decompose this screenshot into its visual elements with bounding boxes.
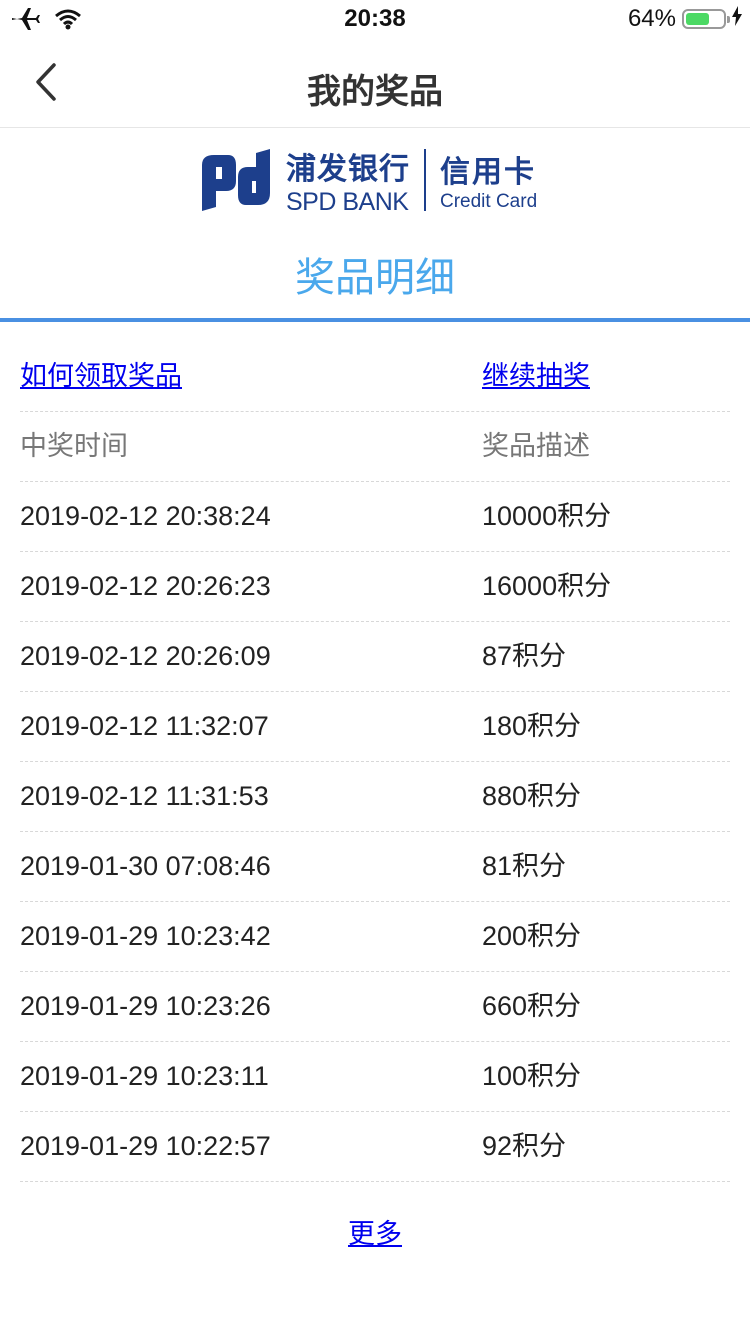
table-row: 2019-01-29 10:23:26 660积分 bbox=[20, 972, 730, 1042]
spd-bank-logo: 浦发银行 SPD BANK 信用卡 Credit Card bbox=[198, 145, 558, 216]
prize-list: 如何领取奖品 继续抽奖 中奖时间 奖品描述 2019-02-12 20:38:2… bbox=[20, 342, 730, 1182]
action-links-row: 如何领取奖品 继续抽奖 bbox=[20, 342, 730, 412]
prize-desc: 200积分 bbox=[482, 921, 582, 951]
battery-icon bbox=[682, 9, 730, 29]
table-row: 2019-01-29 10:23:42 200积分 bbox=[20, 902, 730, 972]
prize-desc: 16000积分 bbox=[482, 571, 612, 601]
bank-name-en: SPD BANK bbox=[286, 187, 409, 216]
section-divider bbox=[0, 318, 750, 322]
continue-draw-link[interactable]: 继续抽奖 bbox=[482, 342, 590, 411]
page-title: 我的奖品 bbox=[307, 73, 443, 111]
prize-desc: 92积分 bbox=[482, 1131, 567, 1161]
win-time: 2019-01-29 10:23:11 bbox=[20, 1061, 269, 1091]
table-header: 中奖时间 奖品描述 bbox=[20, 412, 730, 482]
prize-desc: 87积分 bbox=[482, 641, 567, 671]
prize-desc: 81积分 bbox=[482, 851, 567, 881]
prize-desc: 880积分 bbox=[482, 781, 582, 811]
win-time: 2019-01-29 10:22:57 bbox=[20, 1131, 271, 1161]
win-time: 2019-02-12 20:26:23 bbox=[20, 571, 271, 601]
nav-bar: 我的奖品 bbox=[0, 40, 750, 128]
table-row: 2019-02-12 11:31:53 880积分 bbox=[20, 762, 730, 832]
win-time: 2019-01-29 10:23:42 bbox=[20, 921, 271, 951]
prize-desc: 10000积分 bbox=[482, 501, 612, 531]
spd-logo-mark-icon bbox=[202, 149, 270, 211]
status-bar: 20:38 64% bbox=[0, 0, 750, 40]
header-prize-desc: 奖品描述 bbox=[482, 431, 590, 461]
header-win-time: 中奖时间 bbox=[20, 431, 128, 461]
battery-percent: 64% bbox=[627, 5, 676, 32]
table-row: 2019-01-30 07:08:46 81积分 bbox=[20, 832, 730, 902]
charging-icon bbox=[732, 5, 742, 33]
table-row: 2019-02-12 20:38:24 10000积分 bbox=[20, 482, 730, 552]
table-row: 2019-01-29 10:22:57 92积分 bbox=[20, 1112, 730, 1182]
win-time: 2019-02-12 11:32:07 bbox=[20, 711, 269, 741]
credit-card-en: Credit Card bbox=[440, 191, 538, 212]
table-row: 2019-02-12 20:26:09 87积分 bbox=[20, 622, 730, 692]
prize-desc: 660积分 bbox=[482, 991, 582, 1021]
section-title: 奖品明细 bbox=[295, 256, 455, 300]
win-time: 2019-01-30 07:08:46 bbox=[20, 851, 271, 881]
win-time: 2019-02-12 20:38:24 bbox=[20, 501, 271, 531]
logo-divider bbox=[424, 149, 426, 211]
more-container: 更多 bbox=[0, 1212, 750, 1251]
more-link[interactable]: 更多 bbox=[348, 1219, 402, 1249]
win-time: 2019-02-12 11:31:53 bbox=[20, 781, 269, 811]
credit-card-cn: 信用卡 bbox=[440, 156, 536, 189]
how-to-claim-link[interactable]: 如何领取奖品 bbox=[20, 342, 182, 411]
bank-name-cn: 浦发银行 bbox=[286, 152, 410, 186]
table-row: 2019-01-29 10:23:11 100积分 bbox=[20, 1042, 730, 1112]
win-time: 2019-01-29 10:23:26 bbox=[20, 991, 271, 1021]
table-row: 2019-02-12 20:26:23 16000积分 bbox=[20, 552, 730, 622]
table-row: 2019-02-12 11:32:07 180积分 bbox=[20, 692, 730, 762]
prize-desc: 180积分 bbox=[482, 711, 582, 741]
win-time: 2019-02-12 20:26:09 bbox=[20, 641, 271, 671]
prize-desc: 100积分 bbox=[482, 1061, 582, 1091]
